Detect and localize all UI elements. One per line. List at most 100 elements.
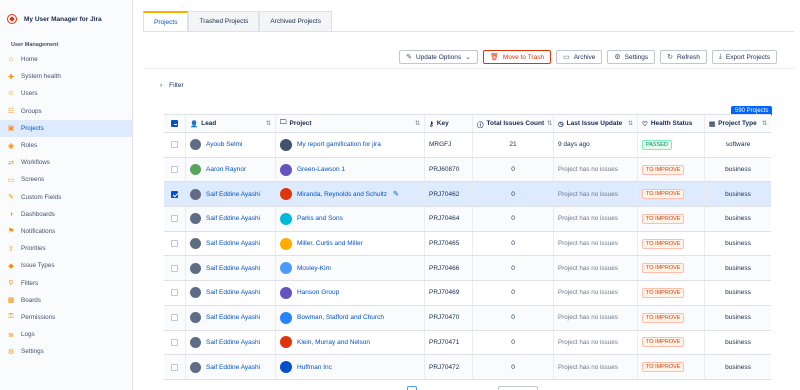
sidebar-item-notifications[interactable]: ⚑ Notifications <box>0 223 132 240</box>
lead-link[interactable]: Saif Eddine Ayashi <box>206 364 260 371</box>
tab-projects[interactable]: Projects <box>143 11 189 31</box>
project-link[interactable]: Green-Lawson 1 <box>297 166 345 173</box>
column-key[interactable]: ⚷ Key <box>425 115 473 132</box>
lead-cell: Ayoub Selmi <box>186 133 276 157</box>
lead-cell: Saif Eddine Ayashi <box>186 305 276 330</box>
sidebar-item-logs[interactable]: ≣ Logs <box>0 326 132 343</box>
type-cell: business <box>705 331 771 355</box>
pagination-current[interactable] <box>407 386 417 390</box>
sidebar-item-label: Boards <box>21 296 41 304</box>
column-total-issues[interactable]: ⓘ Total Issues Count ⇅ <box>473 115 554 132</box>
sidebar-item-roles[interactable]: ◉ Roles <box>0 137 132 154</box>
sidebar-item-home[interactable]: ⌂ Home <box>0 51 132 68</box>
table-row[interactable]: Saif Eddine Ayashi Hanson Group PRJ70469… <box>164 281 771 306</box>
avatar <box>190 336 201 348</box>
edit-icon[interactable]: ✎ <box>393 190 399 198</box>
chevron-right-icon: › <box>160 82 163 89</box>
sidebar-item-settings[interactable]: ⚙ Settings <box>0 343 132 360</box>
sidebar-item-label: Permissions <box>21 313 56 321</box>
project-link[interactable]: Parks and Sons <box>297 215 343 222</box>
update-options-button[interactable]: ✎ Update Options ⌄ <box>399 50 478 64</box>
project-link[interactable]: Klein, Murray and Nelson <box>297 339 370 346</box>
lead-link[interactable]: Ayoub Selmi <box>206 141 242 148</box>
pagination-size-select[interactable] <box>498 386 538 390</box>
lead-link[interactable]: Aaron Raynor <box>206 166 246 173</box>
type-icon: ▤ <box>709 120 716 128</box>
key-cell: MRGFJ <box>425 133 473 157</box>
sidebar-item-filters[interactable]: ⚲ Filters <box>0 274 132 291</box>
sidebar-item-groups[interactable]: ☷ Groups <box>0 103 132 120</box>
sidebar-item-system-health[interactable]: ✚ System health <box>0 68 132 85</box>
project-type: business <box>725 363 751 371</box>
column-last-update[interactable]: ◷ Last Issue Update ⇅ <box>554 115 638 132</box>
lead-link[interactable]: Saif Eddine Ayashi <box>206 191 260 198</box>
project-link[interactable]: Mosley-Kim <box>297 265 331 272</box>
lead-link[interactable]: Saif Eddine Ayashi <box>206 314 260 321</box>
tab-trashed-projects[interactable]: Trashed Projects <box>188 11 260 31</box>
row-checkbox[interactable] <box>171 289 178 297</box>
sidebar-item-priorities[interactable]: ⇧ Priorities <box>0 240 132 257</box>
row-select-cell <box>164 281 186 305</box>
table-row[interactable]: Saif Eddine Ayashi Parks and Sons PRJ704… <box>164 207 771 232</box>
table-row[interactable]: Saif Eddine Ayashi Miller, Curtis and Mi… <box>164 231 771 257</box>
move-to-trash-button[interactable]: 🗑 Move to Trash <box>483 50 552 64</box>
row-checkbox[interactable] <box>171 166 178 174</box>
update-cell: Project has no issues <box>554 207 638 231</box>
project-link[interactable]: Huffman Inc <box>297 364 332 371</box>
lead-link[interactable]: Saif Eddine Ayashi <box>206 240 260 247</box>
sidebar-item-screens[interactable]: ▭ Screens <box>0 171 132 188</box>
app-title: My User Manager for Jira <box>24 15 102 23</box>
column-health[interactable]: ♡ Health Status <box>638 115 705 132</box>
project-link[interactable]: Hanson Group <box>297 289 339 296</box>
column-type[interactable]: ▤ Project Type ⇅ <box>705 115 771 132</box>
health-icon: ✚ <box>8 73 14 81</box>
settings-button[interactable]: ⚙ Settings <box>607 50 656 64</box>
table-row[interactable]: Saif Eddine Ayashi Mosley-Kim PRJ70466 0… <box>164 256 771 282</box>
move-to-trash-label: Move to Trash <box>502 53 545 61</box>
sidebar-item-users[interactable]: ☺ Users <box>0 85 132 102</box>
project-link[interactable]: Miller, Curtis and Miller <box>297 240 363 247</box>
table-row[interactable]: Saif Eddine Ayashi Bowman, Stafford and … <box>164 305 771 331</box>
project-link[interactable]: Bowman, Stafford and Church <box>297 314 384 321</box>
row-checkbox[interactable] <box>171 314 178 322</box>
lead-link[interactable]: Saif Eddine Ayashi <box>206 339 260 346</box>
column-lead[interactable]: 👤 Lead ⇅ <box>186 115 276 132</box>
lead-cell: Saif Eddine Ayashi <box>186 231 276 256</box>
table-row[interactable]: Saif Eddine Ayashi Klein, Murray and Nel… <box>164 330 771 356</box>
row-checkbox[interactable] <box>171 338 178 346</box>
table-row[interactable]: Aaron Raynor Green-Lawson 1 PRJ60870 0 P… <box>164 157 771 183</box>
sidebar-item-permissions[interactable]: ⚿ Permissions <box>0 309 132 326</box>
row-checkbox[interactable] <box>171 190 178 198</box>
table-row[interactable]: Saif Eddine Ayashi Miranda, Reynolds and… <box>164 182 771 208</box>
filter-toggle[interactable]: › Filter <box>160 82 184 89</box>
select-all-checkbox[interactable] <box>171 120 178 127</box>
key-icon: ⚷ <box>429 120 434 128</box>
row-checkbox[interactable] <box>171 141 178 149</box>
row-checkbox[interactable] <box>171 240 178 248</box>
status-badge: TO IMPROVE <box>642 164 685 175</box>
archive-button[interactable]: ▭ Archive <box>556 50 603 64</box>
sidebar-item-workflows[interactable]: ⇄ Workflows <box>0 154 132 171</box>
sidebar-item-projects[interactable]: ▣ Projects <box>0 119 132 137</box>
refresh-button[interactable]: ↻ Refresh <box>660 50 707 64</box>
project-link[interactable]: My report gamification for jira <box>297 141 381 148</box>
export-projects-button[interactable]: ⤓ Export Projects <box>711 50 777 64</box>
lead-link[interactable]: Saif Eddine Ayashi <box>206 265 260 272</box>
table-row[interactable]: Saif Eddine Ayashi Huffman Inc PRJ70472 … <box>164 355 771 380</box>
row-checkbox[interactable] <box>171 363 178 371</box>
row-checkbox[interactable] <box>171 264 178 272</box>
sidebar-item-custom-fields[interactable]: ✎ Custom Fields <box>0 189 132 206</box>
sidebar-item-issue-types[interactable]: ◆ Issue Types <box>0 257 132 274</box>
lead-link[interactable]: Saif Eddine Ayashi <box>206 289 260 296</box>
table-row[interactable]: Ayoub Selmi My report gamification for j… <box>164 133 771 158</box>
column-project[interactable]: 🗀 Project ⇅ <box>276 115 425 132</box>
project-avatar-icon <box>280 262 292 275</box>
project-link[interactable]: Miranda, Reynolds and Schultz <box>297 191 387 198</box>
tab-archived-projects[interactable]: Archived Projects <box>259 11 332 31</box>
sidebar-item-boards[interactable]: ▦ Boards <box>0 292 132 309</box>
sort-icon: ⇅ <box>265 121 271 127</box>
lead-link[interactable]: Saif Eddine Ayashi <box>206 215 260 222</box>
row-checkbox[interactable] <box>171 215 178 223</box>
sidebar-item-dashboards[interactable]: ◑ Dashboards <box>0 206 132 223</box>
project-type: business <box>725 314 751 322</box>
